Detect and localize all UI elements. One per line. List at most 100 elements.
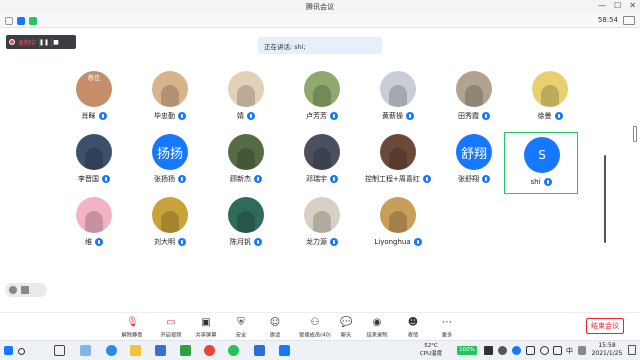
participant-tile[interactable]: 舒翔 张舒翔: [437, 130, 511, 194]
participant-tile[interactable]: 维: [57, 193, 131, 257]
input-language[interactable]: 中: [566, 346, 573, 356]
taskbar-clock[interactable]: 15:58 2021/1/25: [590, 342, 624, 358]
mic-icon: [95, 238, 103, 246]
tencent-meeting-taskbar-icon[interactable]: [279, 345, 290, 356]
avatar-photo-figure: [313, 148, 331, 170]
info-icon[interactable]: [5, 16, 13, 25]
file-explorer-icon[interactable]: [80, 345, 91, 356]
edge-icon[interactable]: [106, 345, 117, 356]
participant-tile[interactable]: 陈月钒: [209, 193, 283, 257]
participant-name: 卢芳芳: [306, 112, 327, 120]
toolbar-button[interactable]: ⚇ 管理成员(40): [295, 317, 335, 341]
mic-icon: [247, 112, 255, 120]
side-panel-toggle[interactable]: [633, 126, 637, 142]
layout-icon[interactable]: [9, 286, 17, 294]
participant-name: 毕忠勤: [154, 112, 175, 120]
tray-app2-icon[interactable]: [498, 346, 507, 355]
participant-avatar: [76, 197, 112, 233]
participant-tile[interactable]: 扬扬 张扬扬: [133, 130, 207, 194]
battery-icon[interactable]: [553, 346, 562, 355]
tray-app3-icon[interactable]: [512, 346, 521, 355]
invite-icon: ☺: [269, 317, 281, 328]
participant-name-row: 张扬扬: [133, 174, 207, 184]
mic-icon: [178, 112, 186, 120]
participant-tile[interactable]: 田秀霞: [437, 67, 511, 131]
signal-icon[interactable]: [29, 16, 37, 25]
end-meeting-button[interactable]: 结束会议: [586, 318, 624, 334]
shield-icon[interactable]: [17, 16, 25, 25]
mic-icon: [330, 238, 338, 246]
toolbar-button[interactable]: ☻ 表情: [398, 317, 428, 341]
participant-tile[interactable]: 徐曼: [513, 67, 587, 131]
avatar-photo-figure: [85, 148, 103, 170]
toolbar-button[interactable]: ☺ 邀请: [260, 317, 290, 341]
participant-tile[interactable]: 黄薪操: [361, 67, 435, 131]
participant-tile[interactable]: 刘大明: [133, 193, 207, 257]
members-icon: ⚇: [310, 317, 320, 328]
toolbar-button[interactable]: 💬 聊天: [331, 317, 361, 341]
participant-name: 邓瑞宇: [306, 175, 327, 183]
task-view-icon[interactable]: [54, 345, 65, 356]
chrome-icon[interactable]: [204, 345, 215, 356]
mic-icon: [254, 238, 262, 246]
avatar-text: S: [538, 148, 546, 162]
participant-tile[interactable]: 毕忠勤: [133, 67, 207, 131]
mail-icon[interactable]: [155, 345, 166, 356]
avatar-photo-figure: [237, 211, 255, 233]
ime-icon[interactable]: [578, 346, 586, 355]
search-button[interactable]: [18, 344, 48, 358]
participant-tile[interactable]: 憨佳 肖眯: [57, 67, 131, 131]
notification-icon[interactable]: [628, 345, 636, 355]
participant-tile[interactable]: 婧: [209, 67, 283, 131]
participant-tile[interactable]: 李晋国: [57, 130, 131, 194]
close-icon[interactable]: ✕: [629, 1, 636, 10]
meeting-timer: 58:54: [597, 16, 618, 24]
folder-icon[interactable]: [130, 345, 141, 356]
share-screen-icon: ▣: [201, 317, 211, 328]
grid-view-icon[interactable]: [21, 286, 29, 294]
network-icon[interactable]: [526, 346, 535, 355]
windows-start-icon[interactable]: [4, 346, 13, 355]
participant-name: 刘大明: [154, 238, 175, 246]
volume-icon[interactable]: [540, 346, 549, 355]
avatar-photo-figure: [465, 85, 483, 107]
word-icon[interactable]: [254, 345, 265, 356]
participant-avatar: [76, 134, 112, 170]
mic-icon: [254, 175, 262, 183]
participant-avatar: [532, 71, 568, 107]
participant-tile[interactable]: 控制工程+周喜红: [361, 130, 435, 194]
toolbar-button[interactable]: ⋯ 更多: [432, 317, 462, 341]
participant-tile[interactable]: Sshi: [504, 132, 578, 194]
participant-tile[interactable]: 龙力源: [285, 193, 359, 257]
wechat-icon[interactable]: [228, 345, 239, 356]
participant-name-row: 婧: [209, 111, 283, 121]
toolbar-button[interactable]: ⛨ 安全: [226, 317, 256, 341]
maximize-icon[interactable]: ☐: [614, 1, 621, 10]
store-icon[interactable]: [180, 345, 191, 356]
fullscreen-icon[interactable]: [623, 16, 635, 25]
mic-muted-icon: 🎙: [126, 317, 139, 328]
scrollbar[interactable]: [604, 155, 606, 243]
battery-badge[interactable]: 100%: [457, 346, 477, 355]
toolbar-label: 邀请: [269, 332, 281, 339]
toolbar-button[interactable]: 🎙 解除静音: [117, 317, 147, 341]
participant-tile[interactable]: 邓瑞宇: [285, 130, 359, 194]
participant-tile[interactable]: Liyonghua: [361, 193, 435, 257]
avatar-photo-figure: [313, 85, 331, 107]
participant-name: 黄薪操: [382, 112, 403, 120]
mic-icon: [102, 175, 110, 183]
minimize-icon[interactable]: —: [598, 1, 606, 10]
pause-icon[interactable]: ❚❚: [39, 37, 49, 47]
participant-avatar: [304, 134, 340, 170]
avatar-photo-figure: [85, 211, 103, 233]
cpu-temp-widget[interactable]: 52°C CPU温度: [418, 342, 444, 360]
stop-icon[interactable]: ■: [51, 37, 60, 47]
mic-icon: [330, 175, 338, 183]
tray-app-icon[interactable]: [484, 346, 493, 355]
toolbar-label: 聊天: [340, 332, 352, 339]
participant-tile[interactable]: 顾新杰: [209, 130, 283, 194]
toolbar-button[interactable]: ▭ 开启视频: [156, 317, 186, 341]
toolbar-button[interactable]: ▣ 共享屏幕: [191, 317, 221, 341]
participant-tile[interactable]: 卢芳芳: [285, 67, 359, 131]
toolbar-button[interactable]: ◉ 结束录制: [362, 317, 392, 341]
